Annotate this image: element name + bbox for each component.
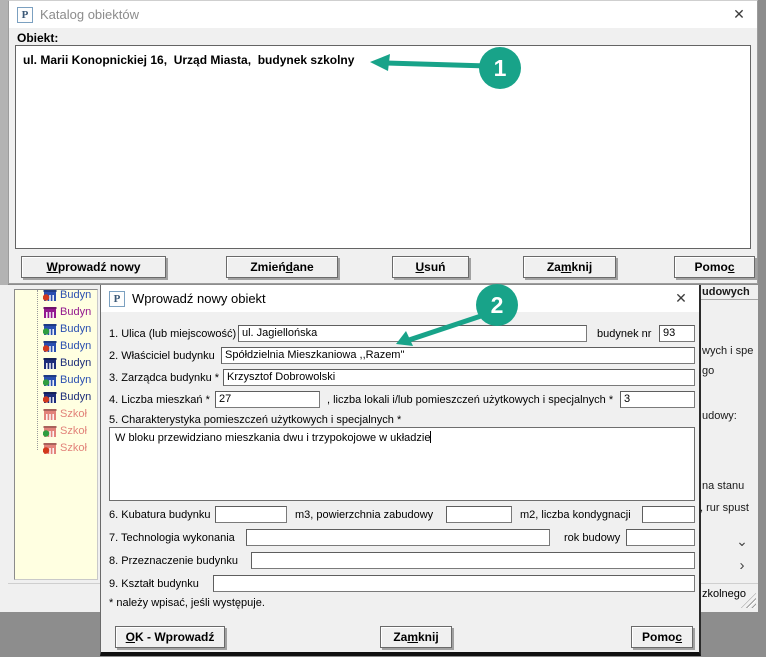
object-text: ul. Marii Konopnickiej 16, Urząd Miasta,… xyxy=(23,53,354,67)
usun-button[interactable]: Usuń xyxy=(392,256,469,278)
app-icon: P xyxy=(17,7,33,23)
tree-item-label: Budyn xyxy=(60,374,91,386)
charakterystyka-label: 5. Charakterystyka pomieszczeń użytkowyc… xyxy=(109,414,401,426)
clipped-text-fragment: udowych xyxy=(702,286,750,298)
building-icon xyxy=(43,357,57,369)
ksztalt-field[interactable] xyxy=(213,575,695,592)
charakterystyka-text: W bloku przewidziano mieszkania dwu i tr… xyxy=(115,432,430,444)
dialog1-titlebar[interactable]: P Katalog obiektów ✕ xyxy=(9,1,757,28)
dialog1-title: Katalog obiektów xyxy=(40,7,139,22)
dialog2-titlebar[interactable]: P Wprowadź nowy obiekt ✕ xyxy=(101,285,699,312)
building-icon xyxy=(43,374,57,386)
clipped-text-fragment: go xyxy=(702,365,714,377)
tree-item-label: Budyn xyxy=(60,357,91,369)
zamknij-button[interactable]: Zamknij xyxy=(523,256,616,278)
scroll-down-icon[interactable]: ⌄ xyxy=(734,533,750,549)
rok-budowy-label: rok budowy xyxy=(564,532,620,544)
kondygnacje-field[interactable] xyxy=(642,506,695,523)
building-icon xyxy=(43,391,57,403)
clipped-divider xyxy=(698,299,758,300)
ulica-field[interactable]: ul. Jagiellońska xyxy=(238,325,587,342)
wprowadz-nowy-button[interactable]: Wprowadź nowy xyxy=(21,256,166,278)
tree-item[interactable]: Budyn xyxy=(43,338,97,354)
liczba-mieszkan-label: 4. Liczba mieszkań * xyxy=(109,394,210,406)
dialog2-title: Wprowadź nowy obiekt xyxy=(132,291,266,306)
footnote: * należy wpisać, jeśli występuje. xyxy=(109,597,265,609)
statusbar-text: zkolnego xyxy=(702,588,746,600)
ok-wprowadz-button[interactable]: OK - Wprowadź xyxy=(115,626,225,648)
charakterystyka-textarea[interactable]: W bloku przewidziano mieszkania dwu i tr… xyxy=(109,427,695,501)
tree-item-label: Budyn xyxy=(60,306,91,318)
building-icon xyxy=(43,323,57,335)
pomoc-button[interactable]: Pomoc xyxy=(674,256,755,278)
zmien-dane-button[interactable]: Zmień dane xyxy=(226,256,338,278)
dialog-katalog-obiektow: P Katalog obiektów ✕ Obiekt: ul. Marii K… xyxy=(8,0,758,284)
tree-item[interactable]: Budyn xyxy=(43,389,97,405)
kubatura-label: 6. Kubatura budynku xyxy=(109,509,211,521)
liczba-lokali-label: , liczba lokali i/lub pomieszczeń użytko… xyxy=(327,394,613,406)
budynek-nr-label: budynek nr xyxy=(597,328,651,340)
liczba-lokali-field[interactable]: 3 xyxy=(620,391,695,408)
tree-item-label: Budyn xyxy=(60,391,91,403)
pomoc-button[interactable]: Pomoc xyxy=(631,626,693,648)
powierzchnia-label: m3, powierzchnia zabudowy xyxy=(295,509,433,521)
tree-item-label: Szkoł xyxy=(60,408,87,420)
tree-item-label: Budyn xyxy=(60,323,91,335)
tree-item[interactable]: Szkoł xyxy=(43,406,97,422)
desktop: Budyn Budyn Budyn Budyn Budyn Budyn xyxy=(0,0,766,657)
zarzadca-field[interactable]: Krzysztof Dobrowolski xyxy=(223,369,695,386)
tree-item[interactable]: Budyn xyxy=(43,372,97,388)
rok-budowy-field[interactable] xyxy=(626,529,695,546)
clipped-text-fragment: , rur spust xyxy=(700,502,749,514)
budynek-nr-field[interactable]: 93 xyxy=(659,325,695,342)
scroll-right-icon[interactable]: › xyxy=(734,557,750,573)
text-caret xyxy=(430,431,431,443)
zarzadca-label: 3. Zarządca budynku * xyxy=(109,372,219,384)
building-icon xyxy=(43,289,57,301)
app-icon: P xyxy=(109,291,125,307)
object-tree-panel: Budyn Budyn Budyn Budyn Budyn Budyn xyxy=(14,289,98,580)
ksztalt-label: 9. Kształt budynku xyxy=(109,578,199,590)
tree-item-label: Szkoł xyxy=(60,442,87,454)
object-textarea[interactable]: ul. Marii Konopnickiej 16, Urząd Miasta,… xyxy=(15,45,751,249)
technologia-field[interactable] xyxy=(246,529,550,546)
object-label: Obiekt: xyxy=(17,31,58,45)
clipped-text-fragment: udowy: xyxy=(702,410,737,422)
building-icon xyxy=(43,408,57,420)
ulica-label: 1. Ulica (lub miejscowość) xyxy=(109,328,236,340)
building-icon xyxy=(43,340,57,352)
building-icon xyxy=(43,425,57,437)
technologia-label: 7. Technologia wykonania xyxy=(109,532,235,544)
tree-item[interactable]: Budyn xyxy=(43,321,97,337)
kondygnacje-label: m2, liczba kondygnacji xyxy=(520,509,631,521)
tree-item[interactable]: Budyn xyxy=(43,289,97,303)
building-icon xyxy=(43,306,57,318)
wlasciciel-label: 2. Właściciel budynku xyxy=(109,350,215,362)
zamknij-button[interactable]: Zamknij xyxy=(380,626,452,648)
tree-item[interactable]: Szkoł xyxy=(43,423,97,439)
tree-item[interactable]: Budyn xyxy=(43,355,97,371)
przeznaczenie-field[interactable] xyxy=(251,552,695,569)
tree-item-label: Budyn xyxy=(60,340,91,352)
clipped-text-fragment: na stanu xyxy=(702,480,744,492)
wlasciciel-field[interactable]: Spółdzielnia Mieszkaniowa ,,Razem" xyxy=(221,347,695,364)
clipped-text-fragment: wych i spe xyxy=(702,345,753,357)
liczba-mieszkan-field[interactable]: 27 xyxy=(215,391,320,408)
tree-item-label: Budyn xyxy=(60,289,91,301)
powierzchnia-field[interactable] xyxy=(446,506,512,523)
dialog-wprowadz-nowy-obiekt: P Wprowadź nowy obiekt ✕ 1. Ulica (lub m… xyxy=(100,285,701,656)
close-icon[interactable]: ✕ xyxy=(671,289,691,309)
tree-branch-line xyxy=(37,290,39,450)
kubatura-field[interactable] xyxy=(215,506,287,523)
tree-item-label: Szkoł xyxy=(60,425,87,437)
tree-item[interactable]: Budyn xyxy=(43,304,97,320)
przeznaczenie-label: 8. Przeznaczenie budynku xyxy=(109,555,238,567)
building-icon xyxy=(43,442,57,454)
close-icon[interactable]: ✕ xyxy=(729,5,749,25)
tree-item[interactable]: Szkoł xyxy=(43,440,97,456)
